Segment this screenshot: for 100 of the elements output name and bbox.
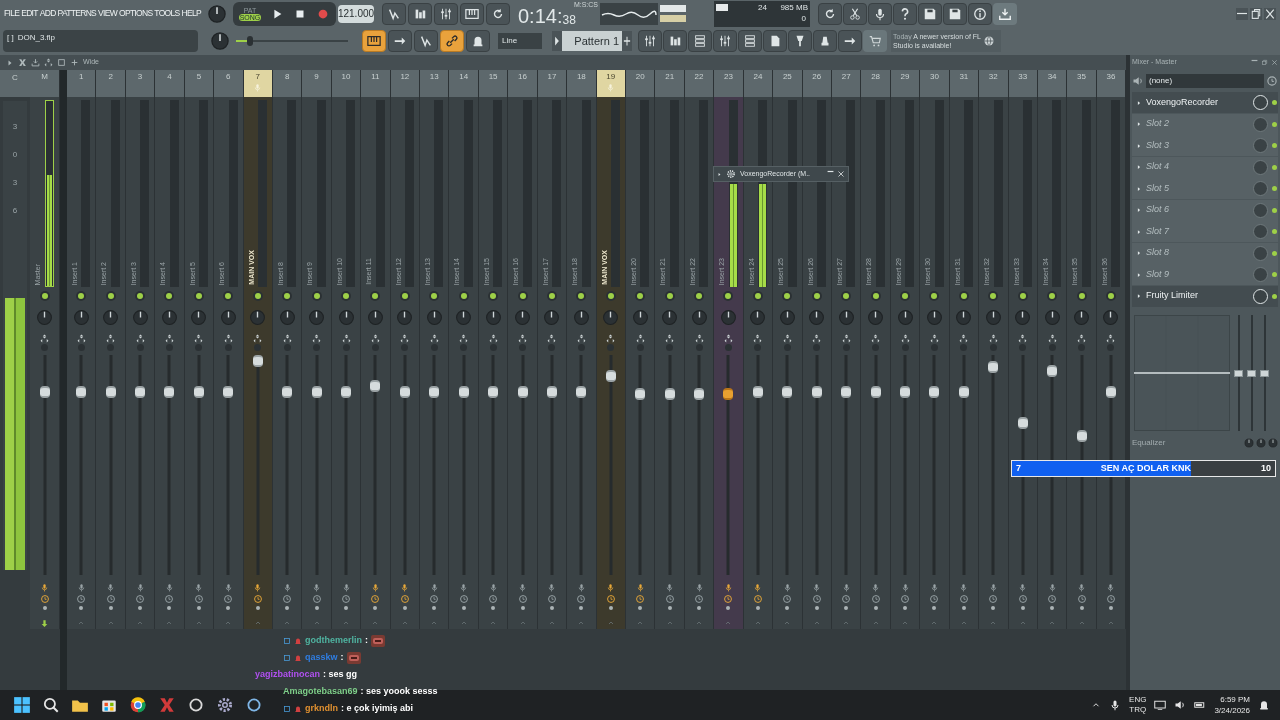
- channel-header[interactable]: 31: [949, 70, 979, 97]
- snap-dropdown[interactable]: Line: [498, 33, 542, 49]
- hint-number: 10: [1261, 461, 1271, 475]
- clock-time[interactable]: 6:59 PM: [1220, 694, 1250, 705]
- hint-number: 7: [1016, 461, 1021, 475]
- channel-header[interactable]: 1: [67, 70, 96, 97]
- chat-username: Amagotebasan69: [283, 685, 358, 699]
- effect-slot[interactable]: Slot 4: [1132, 156, 1278, 178]
- effect-slot[interactable]: Slot 6: [1132, 199, 1278, 221]
- channel-header[interactable]: 5: [184, 70, 214, 97]
- channel-header[interactable]: 14: [449, 70, 478, 97]
- channel-header[interactable]: 27: [831, 70, 861, 97]
- channel-number: 4: [167, 71, 172, 83]
- channel-header[interactable]: 29: [890, 70, 920, 97]
- effect-slot[interactable]: Slot 2: [1132, 113, 1278, 135]
- slot-name: VoxengoRecorder: [1146, 95, 1220, 109]
- file-name-field[interactable]: [ ] DON_3.flp: [3, 30, 198, 52]
- tempo-field[interactable]: 121.000: [338, 4, 374, 23]
- scale-label: 0: [12, 149, 18, 161]
- channel-number: 9: [314, 71, 319, 83]
- channel-header[interactable]: 12: [390, 70, 420, 97]
- effect-slot[interactable]: Slot 5: [1132, 178, 1278, 199]
- channel-number: 13: [429, 71, 439, 83]
- channel-header[interactable]: 10: [331, 70, 361, 97]
- channel-header[interactable]: M: [30, 70, 59, 97]
- slot-name: Fruity Limiter: [1146, 289, 1199, 303]
- channel-number: 14: [459, 71, 469, 83]
- menu-item[interactable]: HELP: [181, 7, 201, 20]
- channel-number: 24: [753, 71, 763, 83]
- chat-message: : ses yoook sesss: [360, 685, 438, 699]
- chat-username: grkndln: [305, 702, 338, 716]
- menu-item[interactable]: OPTIONS: [119, 7, 153, 20]
- channel-header[interactable]: 19: [596, 70, 625, 97]
- channel-header[interactable]: 9: [302, 70, 331, 97]
- effect-slot[interactable]: Slot 7: [1132, 221, 1278, 242]
- effect-slot[interactable]: VoxengoRecorder: [1132, 92, 1278, 113]
- channel-header[interactable]: 7: [243, 70, 272, 97]
- channel-number: 30: [930, 71, 939, 83]
- clock-date[interactable]: 3/24/2026: [1214, 705, 1250, 716]
- channel-header[interactable]: 26: [802, 70, 831, 97]
- slot-name: Slot 2: [1146, 117, 1170, 131]
- channel-header[interactable]: 13: [420, 70, 449, 97]
- channel-header[interactable]: 24: [743, 70, 773, 97]
- scale-label: 3: [12, 177, 18, 189]
- keyboard-layout[interactable]: TRQ: [1129, 705, 1147, 715]
- menu-item[interactable]: ADD: [39, 7, 56, 20]
- channel-number: 17: [547, 71, 557, 83]
- effect-slot[interactable]: Fruity Limiter: [1132, 285, 1278, 307]
- channel-header[interactable]: 4: [155, 70, 184, 97]
- channel-number: 6: [226, 71, 231, 83]
- channel-number: 36: [1106, 71, 1116, 83]
- channel-header[interactable]: 11: [361, 70, 390, 97]
- menu-item[interactable]: TOOLS: [154, 7, 180, 20]
- channel-number: 29: [900, 71, 910, 83]
- channel-number: 16: [518, 71, 527, 83]
- channel-header[interactable]: 3: [125, 70, 155, 97]
- effect-slot[interactable]: Slot 3: [1132, 135, 1278, 156]
- channel-header[interactable]: 15: [478, 70, 508, 97]
- menu-item[interactable]: PATTERNS: [57, 7, 97, 20]
- memory-reading: 985 MB: [780, 1, 808, 14]
- channel-header[interactable]: 17: [537, 70, 567, 97]
- channel-header[interactable]: 33: [1008, 70, 1037, 97]
- channel-header[interactable]: 34: [1037, 70, 1067, 97]
- channel-header[interactable]: 6: [214, 70, 243, 97]
- channel-header[interactable]: 28: [861, 70, 890, 97]
- slot-name: Slot 6: [1146, 203, 1170, 217]
- channel-header[interactable]: 16: [508, 70, 537, 97]
- scale-label: 3: [12, 121, 18, 133]
- channel-header[interactable]: 22: [684, 70, 714, 97]
- slot-name: Slot 9: [1146, 267, 1170, 281]
- channel-header[interactable]: 25: [773, 70, 802, 97]
- channel-number: 2: [108, 71, 113, 83]
- channel-header[interactable]: 20: [626, 70, 655, 97]
- channel-header[interactable]: 36: [1096, 70, 1126, 97]
- language-indicator[interactable]: ENG: [1129, 695, 1147, 705]
- slot-name: Slot 3: [1146, 138, 1170, 152]
- channel-header[interactable]: 2: [96, 70, 125, 97]
- chat-message: :: [365, 634, 368, 648]
- channel-header[interactable]: 35: [1067, 70, 1096, 97]
- channel-header[interactable]: 21: [655, 70, 684, 97]
- channel-header[interactable]: 23: [714, 70, 743, 97]
- channel-number: 21: [665, 71, 675, 83]
- pattern-selector[interactable]: Pattern 1: [562, 31, 622, 51]
- channel-header[interactable]: 32: [979, 70, 1008, 97]
- file-name: DON_3.flp: [17, 32, 56, 44]
- channel-number: 35: [1077, 71, 1086, 83]
- slot-name: Slot 5: [1146, 181, 1170, 195]
- effect-slot[interactable]: Slot 9: [1132, 264, 1278, 285]
- channel-number: 19: [606, 71, 616, 83]
- channel-number: 20: [635, 71, 645, 83]
- channel-header[interactable]: 8: [272, 70, 302, 97]
- menu-item[interactable]: FILE: [4, 7, 20, 20]
- menu-item[interactable]: VIEW: [98, 7, 117, 20]
- channel-header[interactable]: 18: [567, 70, 596, 97]
- effect-slot[interactable]: Slot 8: [1132, 242, 1278, 264]
- cpu-reading: 24: [758, 1, 767, 14]
- channel-header[interactable]: 30: [920, 70, 949, 97]
- channel-number: 12: [400, 71, 410, 83]
- menu-item[interactable]: EDIT: [21, 7, 38, 20]
- input-dropdown[interactable]: (none): [1146, 74, 1264, 88]
